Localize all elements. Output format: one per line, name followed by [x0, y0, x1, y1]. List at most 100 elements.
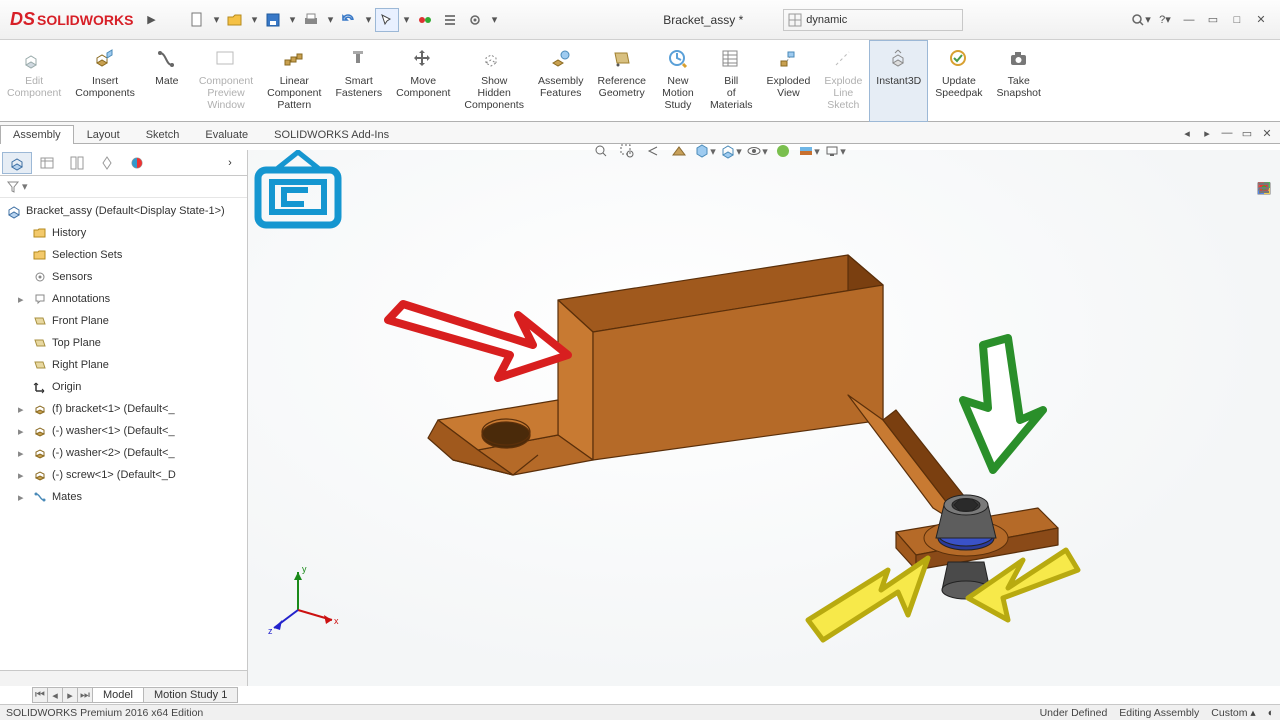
- exploded-view-button[interactable]: ExplodedView: [760, 40, 818, 122]
- rebuild-icon[interactable]: [413, 8, 437, 32]
- configuration-manager-tab-icon[interactable]: [62, 152, 92, 174]
- expand-icon[interactable]: ▸: [18, 425, 28, 438]
- expand-icon[interactable]: ▸: [18, 293, 28, 306]
- settings-dropdown-icon[interactable]: ▾: [488, 8, 500, 32]
- tree-item[interactable]: ▸Mates: [0, 486, 247, 508]
- doc-restore-icon[interactable]: ▭: [1238, 124, 1256, 142]
- status-extra-icon[interactable]: ◐: [1268, 707, 1274, 719]
- tab-solidworks-add-ins[interactable]: SOLIDWORKS Add-Ins: [261, 125, 402, 144]
- insert-components-button[interactable]: InsertComponents: [68, 40, 142, 122]
- linear-component-pattern-button[interactable]: LinearComponentPattern: [260, 40, 328, 122]
- tree-item[interactable]: History: [0, 222, 247, 244]
- view-settings-icon[interactable]: ▾: [824, 140, 846, 162]
- save-icon[interactable]: [261, 8, 285, 32]
- tree-item[interactable]: Front Plane: [0, 310, 247, 332]
- explode-line-sketch-button: ExplodeLineSketch: [817, 40, 869, 122]
- tree-filter[interactable]: ▾: [0, 176, 247, 198]
- print-icon[interactable]: [299, 8, 323, 32]
- apply-scene-icon[interactable]: ▾: [798, 140, 820, 162]
- expand-icon[interactable]: ▸: [18, 469, 28, 482]
- doc-minimize-icon[interactable]: —: [1218, 124, 1236, 142]
- tree-expand-icon[interactable]: ›: [215, 152, 245, 174]
- show-hidden-components-button[interactable]: ShowHiddenComponents: [457, 40, 531, 122]
- tree-item[interactable]: ▸(f) bracket<1> (Default<_: [0, 398, 247, 420]
- feature-manager-tab-icon[interactable]: [2, 152, 32, 174]
- hide-show-icon[interactable]: ▾: [746, 140, 768, 162]
- tab-layout[interactable]: Layout: [74, 125, 133, 144]
- tab-model[interactable]: Model: [92, 687, 144, 703]
- tree-item[interactable]: ▸(-) screw<1> (Default<_D: [0, 464, 247, 486]
- tree-item[interactable]: ▸(-) washer<1> (Default<_: [0, 420, 247, 442]
- expand-icon[interactable]: ▸: [18, 447, 28, 460]
- sheet-next-icon[interactable]: ▸: [62, 687, 78, 703]
- tab-motion-study[interactable]: Motion Study 1: [143, 687, 238, 703]
- zoom-area-icon[interactable]: [616, 140, 638, 162]
- tree-item[interactable]: ▸(-) washer<2> (Default<_: [0, 442, 247, 464]
- open-icon[interactable]: [223, 8, 247, 32]
- search-dropdown-icon[interactable]: ▾: [1130, 9, 1152, 31]
- previous-view-icon[interactable]: [642, 140, 664, 162]
- status-units[interactable]: Custom ▴: [1211, 707, 1255, 719]
- tab-sketch[interactable]: Sketch: [133, 125, 193, 144]
- property-manager-tab-icon[interactable]: [32, 152, 62, 174]
- bill-of-materials-button[interactable]: BillofMaterials: [703, 40, 760, 122]
- tree-item[interactable]: Sensors: [0, 266, 247, 288]
- display-manager-tab-icon[interactable]: [122, 152, 152, 174]
- sheet-nav[interactable]: ⏮ ◂ ▸ ⏭: [32, 687, 92, 703]
- tree-item[interactable]: Top Plane: [0, 332, 247, 354]
- save-dropdown-icon[interactable]: ▾: [286, 8, 298, 32]
- new-dropdown-icon[interactable]: ▾: [210, 8, 222, 32]
- help-icon[interactable]: ?▾: [1154, 9, 1176, 31]
- print-dropdown-icon[interactable]: ▾: [324, 8, 336, 32]
- select-icon[interactable]: [375, 8, 399, 32]
- mate-button[interactable]: Mate: [142, 40, 192, 122]
- take-snapshot-button[interactable]: TakeSnapshot: [990, 40, 1048, 122]
- window-close-icon[interactable]: ✕: [1250, 9, 1272, 31]
- display-style-icon[interactable]: ▾: [720, 140, 742, 162]
- panel-prev-icon[interactable]: ◂: [1178, 124, 1196, 142]
- plane-icon: [32, 313, 48, 329]
- view-orientation-icon[interactable]: ▾: [694, 140, 716, 162]
- undo-dropdown-icon[interactable]: ▾: [362, 8, 374, 32]
- sheet-first-icon[interactable]: ⏮: [32, 687, 48, 703]
- update-speedpak-button[interactable]: UpdateSpeedpak: [928, 40, 989, 122]
- part-icon: [32, 401, 48, 417]
- new-icon[interactable]: [185, 8, 209, 32]
- window-minimize-icon[interactable]: —: [1178, 9, 1200, 31]
- dimxpert-manager-tab-icon[interactable]: [92, 152, 122, 174]
- tree-item[interactable]: Right Plane: [0, 354, 247, 376]
- sheet-last-icon[interactable]: ⏭: [77, 687, 93, 703]
- undo-icon[interactable]: [337, 8, 361, 32]
- instant3d-button[interactable]: Instant3D: [869, 40, 928, 122]
- tree-h-scrollbar[interactable]: [0, 670, 247, 686]
- tree-item[interactable]: Origin: [0, 376, 247, 398]
- reference-geometry-button[interactable]: ReferenceGeometry: [590, 40, 652, 122]
- search-input[interactable]: dynamic: [783, 9, 963, 31]
- insert-components-icon: [91, 45, 119, 73]
- zoom-fit-icon[interactable]: [590, 140, 612, 162]
- window-maximize-icon[interactable]: □: [1226, 9, 1248, 31]
- edit-appearance-icon[interactable]: [772, 140, 794, 162]
- new-motion-study-button[interactable]: NewMotionStudy: [653, 40, 703, 122]
- menu-dropdown-icon[interactable]: ▶: [139, 8, 163, 32]
- tab-assembly[interactable]: Assembly: [0, 125, 74, 144]
- sheet-prev-icon[interactable]: ◂: [47, 687, 63, 703]
- smart-fasteners-button[interactable]: SmartFasteners: [328, 40, 389, 122]
- move-component-button[interactable]: MoveComponent: [389, 40, 457, 122]
- settings-icon[interactable]: [463, 8, 487, 32]
- panel-next-icon[interactable]: ▸: [1198, 124, 1216, 142]
- tab-evaluate[interactable]: Evaluate: [192, 125, 261, 144]
- assembly-features-button[interactable]: AssemblyFeatures: [531, 40, 591, 122]
- tree-root[interactable]: Bracket_assy (Default<Display State-1>): [0, 200, 247, 222]
- section-view-icon[interactable]: [668, 140, 690, 162]
- doc-close-icon[interactable]: ✕: [1258, 124, 1276, 142]
- expand-icon[interactable]: ▸: [18, 403, 28, 416]
- options-list-icon[interactable]: [438, 8, 462, 32]
- expand-icon[interactable]: ▸: [18, 491, 28, 504]
- open-dropdown-icon[interactable]: ▾: [248, 8, 260, 32]
- window-restore-icon[interactable]: ▭: [1202, 9, 1224, 31]
- tree-item[interactable]: ▸Annotations: [0, 288, 247, 310]
- tree-item[interactable]: Selection Sets: [0, 244, 247, 266]
- select-dropdown-icon[interactable]: ▾: [400, 8, 412, 32]
- graphics-viewport[interactable]: y x z: [248, 150, 1280, 686]
